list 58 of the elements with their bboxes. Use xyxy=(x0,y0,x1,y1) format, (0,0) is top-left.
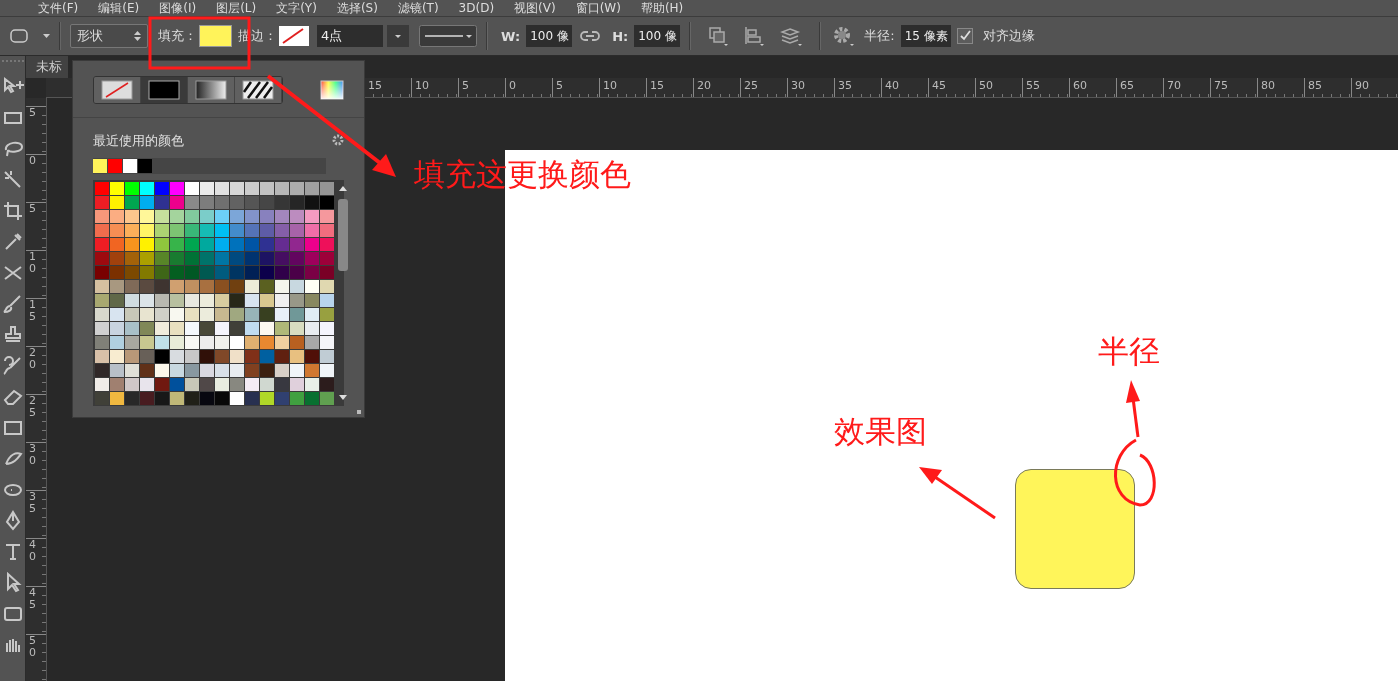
menu-item[interactable]: 滤镜(T) xyxy=(397,1,439,15)
ruler-label: 75 xyxy=(1210,78,1257,97)
ruler-label: 40 xyxy=(881,78,928,97)
annotation-text: 半径 xyxy=(1098,333,1160,371)
menu-item[interactable]: 3D(D) xyxy=(458,1,495,15)
fill-label: 填充： xyxy=(158,27,197,45)
radius-field[interactable]: 15 像素 xyxy=(900,25,951,47)
ruler-label: 30 xyxy=(787,78,834,97)
document-tab[interactable]: 未标 xyxy=(26,56,68,78)
ruler-label: 5 xyxy=(29,203,37,216)
menu-item[interactable]: 文件(F) xyxy=(38,1,79,15)
ruler-label: 55 xyxy=(1022,78,1069,97)
ruler-label: 10 xyxy=(29,251,37,276)
mode-dropdown[interactable]: 形状 xyxy=(70,24,148,48)
width-label: W: xyxy=(501,28,521,44)
ruler-label: 70 xyxy=(1163,78,1210,97)
ruler-label: 20 xyxy=(693,78,740,97)
menu-item[interactable]: 编辑(E) xyxy=(98,1,140,15)
ruler-label: 20 xyxy=(29,347,37,372)
menu-item[interactable]: 视图(V) xyxy=(514,1,556,15)
ruler-label: 45 xyxy=(928,78,975,97)
ruler-label: 10 xyxy=(411,78,458,97)
ruler-label: 40 xyxy=(29,539,37,564)
ruler-label: 50 xyxy=(975,78,1022,97)
stroke-width-field[interactable]: 4点 xyxy=(317,25,383,47)
ruler-label: 60 xyxy=(1069,78,1116,97)
ruler-label: 80 xyxy=(1257,78,1304,97)
ruler-label: 90 xyxy=(1351,78,1398,97)
menu-item[interactable]: 图像(I) xyxy=(159,1,197,15)
ruler-label: 85 xyxy=(1304,78,1351,97)
ruler-label: 30 xyxy=(29,443,37,468)
ruler-label: 50 xyxy=(29,635,37,660)
height-field[interactable]: 100 像 xyxy=(634,25,681,47)
ruler-label: 25 xyxy=(740,78,787,97)
ruler-label: 35 xyxy=(29,491,37,516)
recent-colors-label: 最近使用的颜色 xyxy=(93,132,184,150)
menu-item[interactable]: 选择(S) xyxy=(336,1,378,15)
ruler-label: 15 xyxy=(29,299,37,324)
radius-label: 半径: xyxy=(864,27,895,45)
annotation-text: 效果图 xyxy=(834,413,927,451)
height-label: H: xyxy=(612,28,629,44)
menu-item[interactable]: 图层(L) xyxy=(216,1,257,15)
ruler-label: 5 xyxy=(458,78,505,97)
ruler-label: 45 xyxy=(29,587,37,612)
ruler-label: 5 xyxy=(29,107,37,120)
ruler-label: 10 xyxy=(599,78,646,97)
ruler-label: 65 xyxy=(1116,78,1163,97)
ruler-label: 25 xyxy=(29,395,37,420)
width-field[interactable]: 100 像 xyxy=(526,25,573,47)
ruler-label: 0 xyxy=(29,155,37,168)
menu-item[interactable]: 窗口(W) xyxy=(575,1,621,15)
ruler-label: 35 xyxy=(834,78,881,97)
ruler-label: 0 xyxy=(505,78,552,97)
ruler-label: 15 xyxy=(646,78,693,97)
menu-item[interactable]: 帮助(H) xyxy=(640,1,684,15)
ruler-label: 5 xyxy=(552,78,599,97)
menu-item[interactable]: 文字(Y) xyxy=(276,1,317,15)
align-edges-label: 对齐边缘 xyxy=(982,27,1035,45)
